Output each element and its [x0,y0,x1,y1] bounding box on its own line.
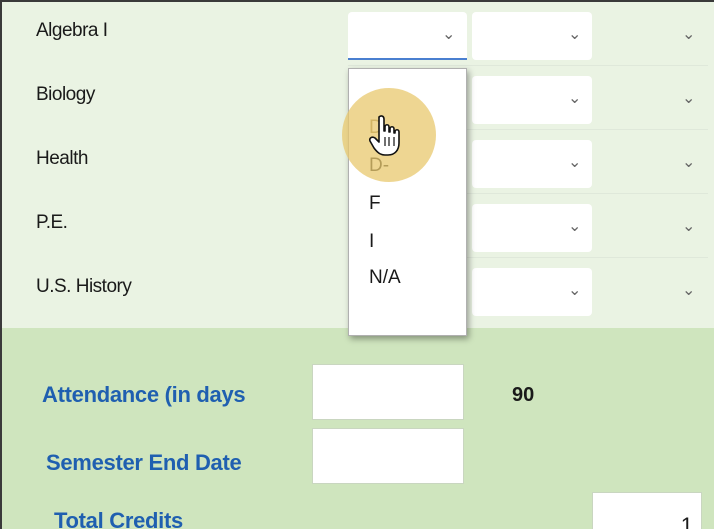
semester-end-date-input[interactable] [312,428,464,484]
grade-select-2[interactable]: ⌄ [472,140,592,188]
total-credits-label: Total Credits [54,508,183,529]
chevron-down-icon[interactable]: ⌄ [682,280,695,299]
grade-select-1[interactable]: ⌄ [348,12,467,60]
grade-select-2[interactable]: ⌄ [472,12,592,60]
chevron-down-icon: ⌄ [568,280,582,299]
chevron-down-icon: ⌄ [568,24,582,43]
grade-select-2[interactable]: ⌄ [472,268,592,316]
total-credits-value: 1 [680,513,693,529]
grade-select-2[interactable]: ⌄ [472,204,592,252]
chevron-down-icon[interactable]: ⌄ [682,216,695,235]
attendance-value: 90 [512,384,535,406]
grades-form: Algebra I ⌄ ⌄ ⌄ Biology ⌄ ⌄ ⌄ Health [0,0,714,529]
attendance-label: Attendance (in days [42,382,246,407]
chevron-down-icon[interactable]: ⌄ [682,88,695,107]
dropdown-option[interactable]: N/A [369,267,401,289]
course-name: Biology [36,84,95,105]
course-name: Health [36,148,88,169]
dropdown-option[interactable]: I [369,231,374,253]
chevron-down-icon[interactable]: ⌄ [682,152,695,171]
course-row: Algebra I ⌄ ⌄ ⌄ [2,2,714,66]
chevron-down-icon[interactable]: ⌄ [682,24,695,43]
grade-select-2[interactable]: ⌄ [472,76,592,124]
course-name: P.E. [36,212,68,233]
summary-panel: Attendance (in days 90 Semester End Date… [2,328,714,529]
total-credits-input[interactable]: 1 [592,492,702,529]
course-name: U.S. History [36,276,132,297]
semester-end-date-label: Semester End Date [46,450,242,475]
chevron-down-icon: ⌄ [568,88,582,107]
chevron-down-icon: ⌄ [442,24,456,43]
chevron-down-icon: ⌄ [568,216,582,235]
hand-pointer-icon [369,115,400,156]
chevron-down-icon: ⌄ [568,152,582,171]
dropdown-option[interactable]: F [369,193,381,215]
attendance-input[interactable] [312,364,464,420]
course-name: Algebra I [36,20,108,41]
